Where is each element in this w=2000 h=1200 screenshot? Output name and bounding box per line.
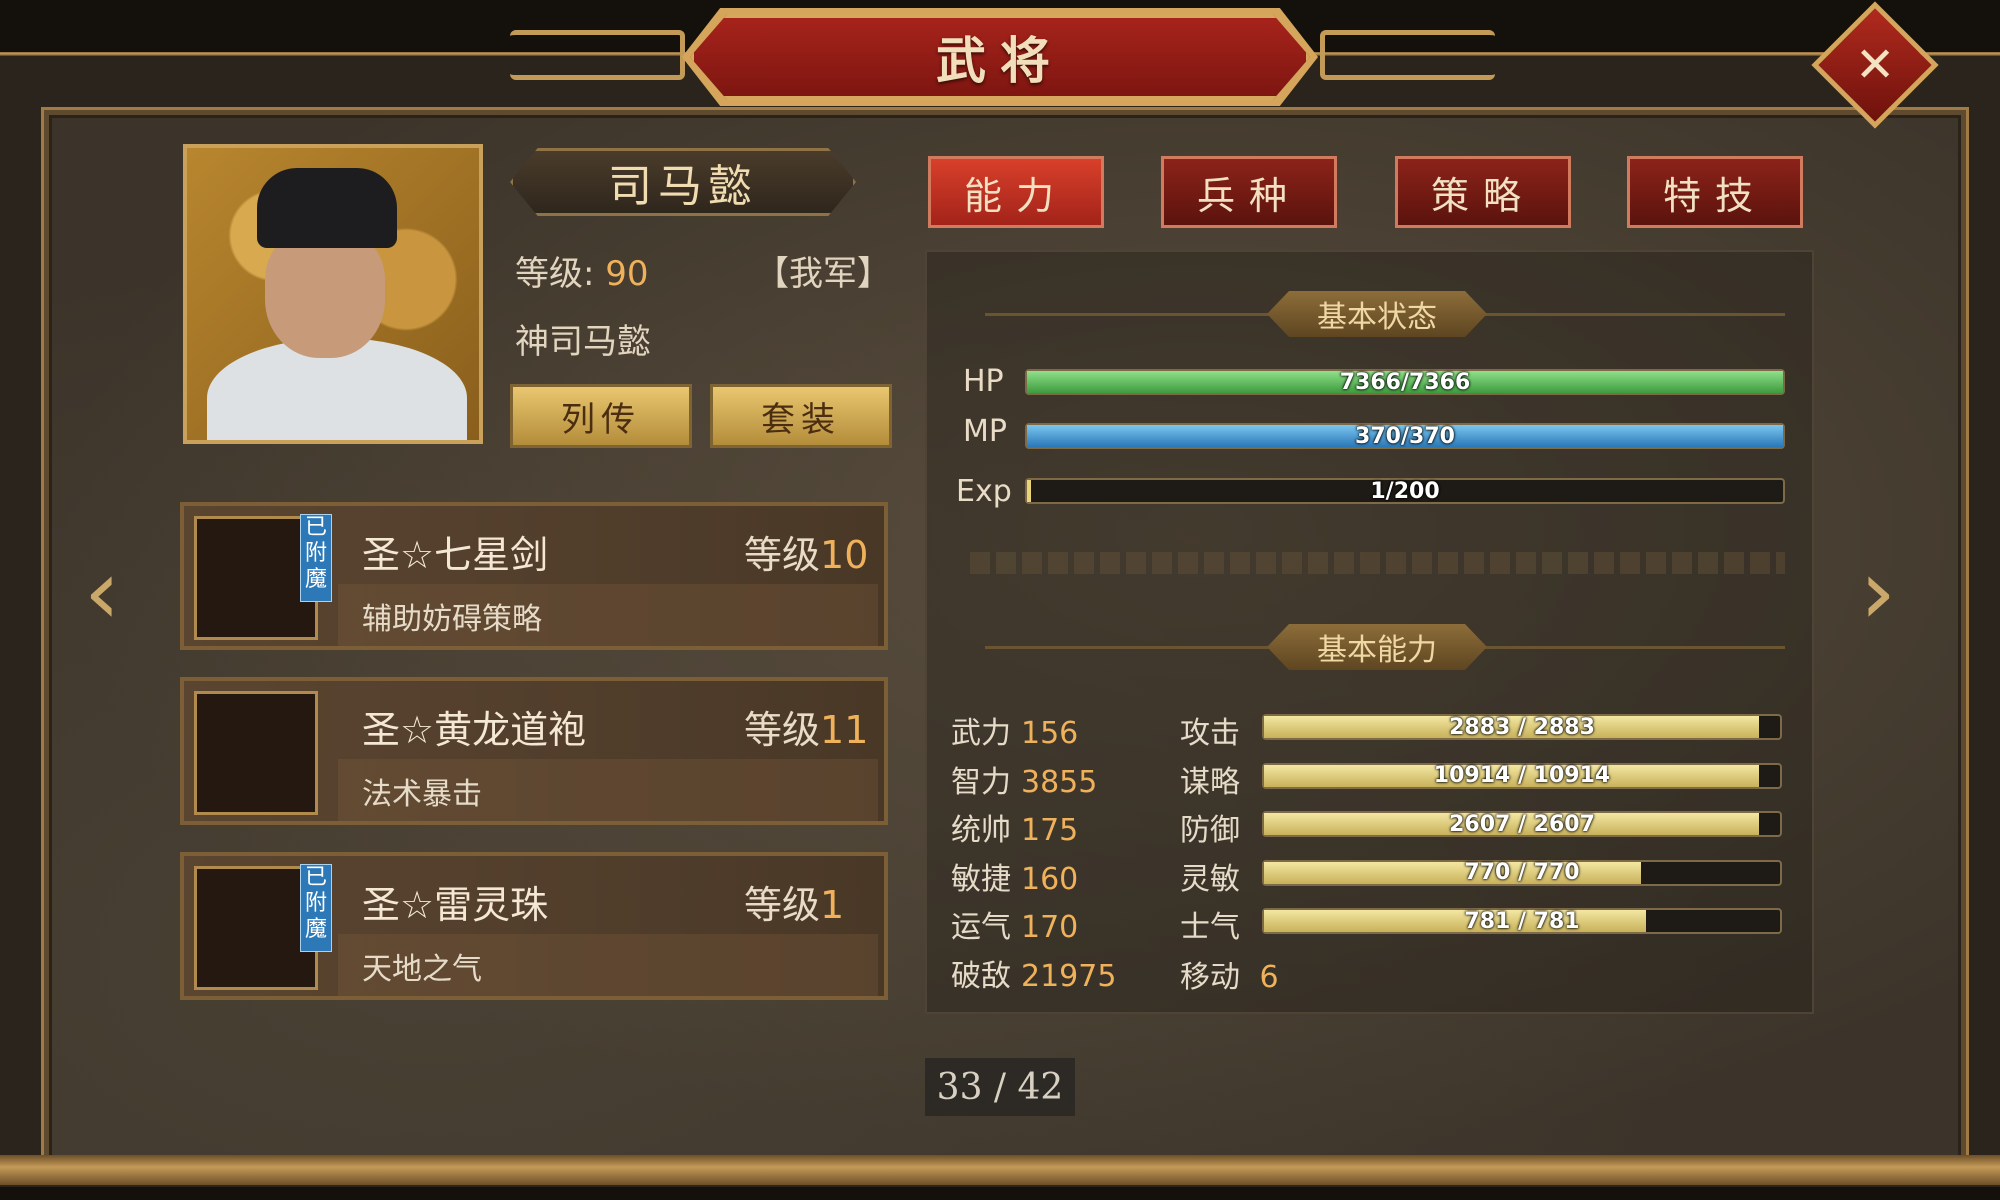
combat-stat-bar: 770 / 770 <box>1262 859 1782 886</box>
ability-name: 破敌 <box>951 958 1011 994</box>
mp-bar: 370/370 <box>1025 423 1785 449</box>
portrait-hat <box>257 168 397 248</box>
combat-stat-label: 士气 <box>1180 910 1240 945</box>
equipment-card[interactable]: 圣☆雷灵珠 等级1 天地之气 已附魔 <box>180 852 888 1000</box>
equipment-name: 圣☆黄龙道袍 <box>362 708 587 752</box>
ability-row: 敏捷 160 <box>951 854 1078 898</box>
ability-move-name: 移动 <box>1180 960 1240 995</box>
hp-bar: 7366/7366 <box>1025 369 1785 395</box>
equipment-level-label: 等级 <box>744 708 821 752</box>
equipment-level-label: 等级 <box>744 533 821 577</box>
hero-name-plaque: 司马懿 <box>510 148 856 216</box>
decorative-pattern <box>970 552 1785 574</box>
combat-stat-bar: 2883 / 2883 <box>1262 714 1782 740</box>
hp-label: HP <box>963 364 1004 399</box>
combat-stat-bar: 781 / 781 <box>1262 908 1782 934</box>
ability-value: 3855 <box>1021 764 1098 800</box>
ability-row: 智力 3855 <box>951 757 1097 801</box>
ability-row: 武力 156 <box>951 708 1078 752</box>
equipment-skill: 辅助妨碍策略 <box>362 602 542 637</box>
combat-stat-bar: 10914 / 10914 <box>1262 762 1782 789</box>
close-icon: ✕ <box>1854 37 1896 93</box>
hero-portrait <box>183 144 483 444</box>
hero-title: 神司马懿 <box>515 322 651 362</box>
basic-ability-title: 基本能力 <box>1267 624 1487 670</box>
ability-move-value: 6 <box>1259 960 1279 995</box>
mp-label: MP <box>963 414 1007 449</box>
combat-stat-value: 781 / 781 <box>1464 908 1580 934</box>
ability-name: 武力 <box>951 716 1011 751</box>
tab-skills[interactable]: 特技 <box>1627 156 1803 228</box>
equipment-skill: 法术暴击 <box>362 777 482 812</box>
combat-stat-label: 灵敏 <box>1180 861 1240 897</box>
ability-name: 智力 <box>951 764 1011 800</box>
basic-status-title: 基本状态 <box>1267 291 1487 337</box>
ability-value: 175 <box>1021 813 1079 848</box>
ability-row: 破敌 21975 <box>951 951 1116 995</box>
tab-ability[interactable]: 能力 <box>928 156 1104 228</box>
equipment-card[interactable]: 圣☆黄龙道袍 等级11 法术暴击 <box>180 677 888 825</box>
page-indicator: 33 / 42 <box>925 1058 1075 1116</box>
ability-value: 160 <box>1021 861 1079 897</box>
equipment-level-label: 等级 <box>744 883 821 927</box>
title-plaque: 武将 <box>690 14 1310 100</box>
combat-stat-label: 谋略 <box>1180 764 1240 800</box>
equipment-level-value: 10 <box>820 533 869 577</box>
hero-level-value: 90 <box>605 254 649 294</box>
ability-row: 运气 170 <box>951 902 1078 946</box>
hero-level: 等级: 90 <box>515 246 649 295</box>
exp-value: 1/200 <box>1370 478 1440 504</box>
ability-name: 运气 <box>951 910 1011 945</box>
mp-value: 370/370 <box>1355 423 1455 449</box>
scroll-ornament-right <box>1320 30 1495 80</box>
equipment-skill: 天地之气 <box>362 952 482 987</box>
equipment-name: 圣☆雷灵珠 <box>362 883 549 927</box>
robe-icon <box>194 691 318 815</box>
ability-value: 21975 <box>1021 958 1117 994</box>
equipment-level-value: 1 <box>820 883 845 927</box>
equipment-level: 等级10 <box>744 524 868 579</box>
ability-row: 统帅 175 <box>951 805 1078 849</box>
enchanted-badge: 已附魔 <box>300 514 332 602</box>
tab-troops[interactable]: 兵种 <box>1161 156 1337 228</box>
ability-name: 统帅 <box>951 813 1011 848</box>
combat-stat-value: 770 / 770 <box>1464 860 1580 885</box>
window-title: 武将 <box>936 32 1064 90</box>
equipment-name: 圣☆七星剑 <box>362 533 549 577</box>
prev-hero-arrow[interactable]: ‹ <box>84 548 144 638</box>
ability-value: 170 <box>1021 910 1079 945</box>
enchanted-badge: 已附魔 <box>300 864 332 952</box>
equipment-level: 等级11 <box>744 699 868 754</box>
hero-level-label: 等级: <box>515 254 595 294</box>
combat-stat-value: 2607 / 2607 <box>1449 811 1595 837</box>
combat-stat-value: 2883 / 2883 <box>1449 714 1595 740</box>
exp-label: Exp <box>956 474 1012 509</box>
ability-name: 敏捷 <box>951 861 1011 897</box>
hero-faction: 【我军】 <box>755 254 891 294</box>
ability-move: 移动 6 <box>1180 952 1279 996</box>
combat-stat-value: 10914 / 10914 <box>1433 763 1611 788</box>
tab-strategy[interactable]: 策略 <box>1395 156 1571 228</box>
next-hero-arrow[interactable]: › <box>1860 548 1920 638</box>
equipment-level: 等级1 <box>744 874 844 929</box>
scroll-ornament-left <box>510 30 685 80</box>
equipment-card[interactable]: 圣☆七星剑 等级10 辅助妨碍策略 已附魔 <box>180 502 888 650</box>
set-button[interactable]: 套装 <box>710 384 892 448</box>
combat-stat-bar: 2607 / 2607 <box>1262 811 1782 837</box>
bottom-border <box>0 1155 2000 1185</box>
ability-value: 156 <box>1021 716 1079 751</box>
hero-name: 司马懿 <box>608 161 758 212</box>
exp-bar: 1/200 <box>1025 478 1785 504</box>
biography-button[interactable]: 列传 <box>510 384 692 448</box>
combat-stat-label: 攻击 <box>1180 716 1240 751</box>
combat-stat-label: 防御 <box>1180 813 1240 848</box>
hp-value: 7366/7366 <box>1339 369 1471 395</box>
equipment-level-value: 11 <box>820 708 869 752</box>
